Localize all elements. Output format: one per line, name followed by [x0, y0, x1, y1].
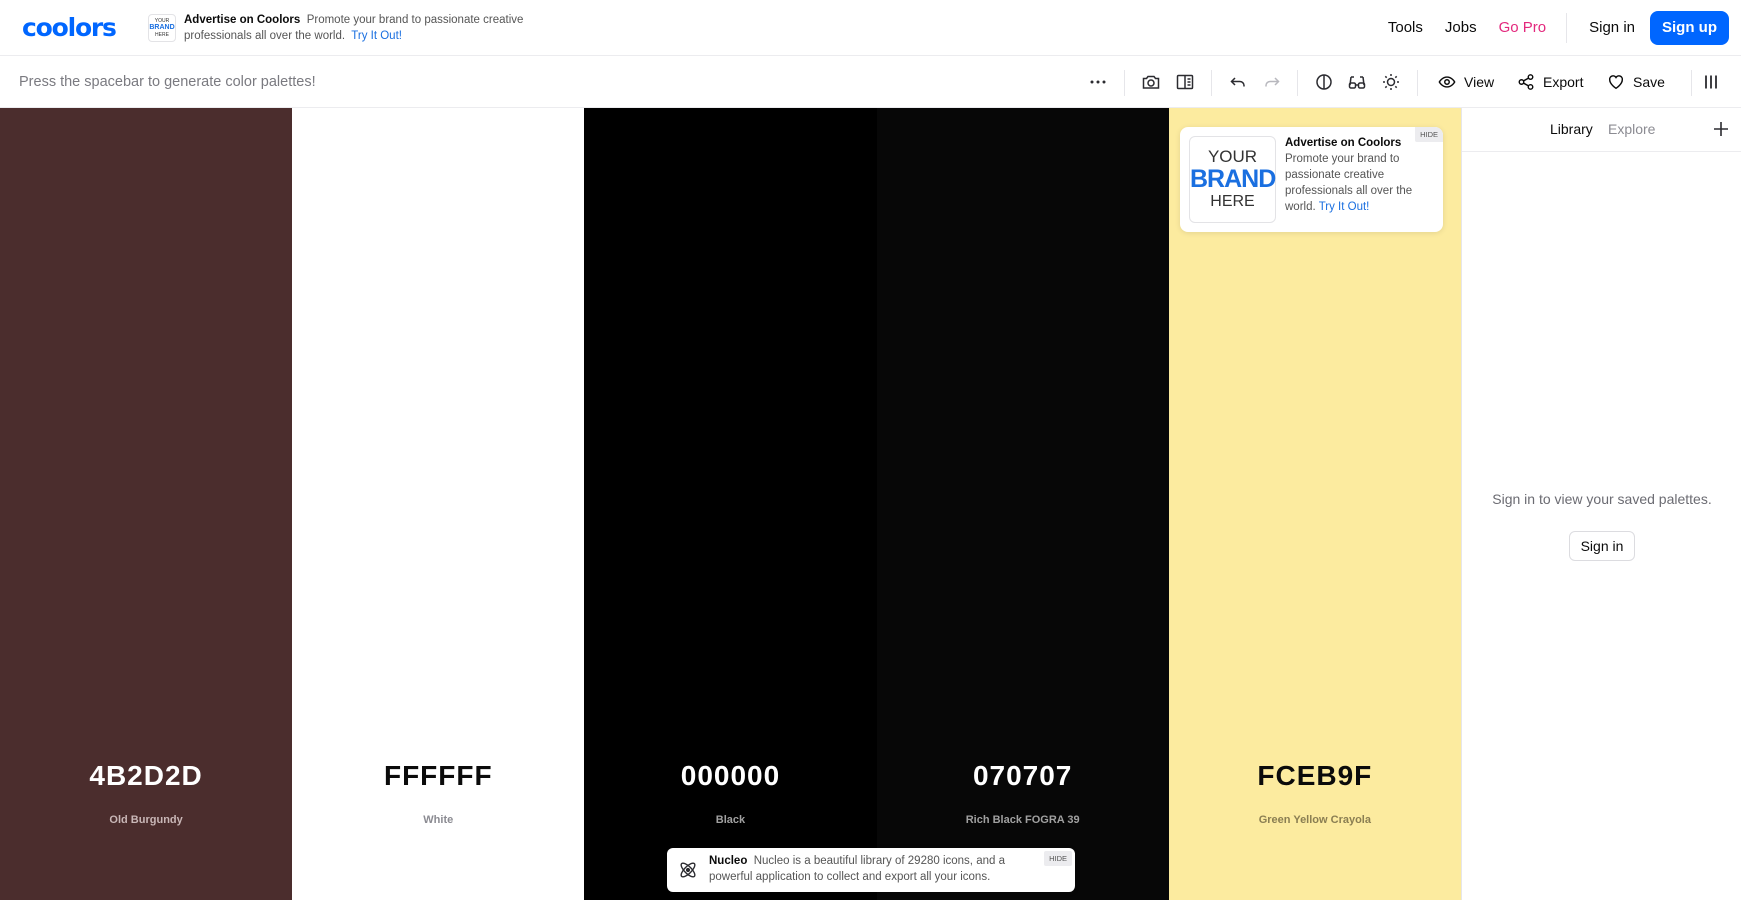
swatch-color-name: Green Yellow Crayola — [1258, 814, 1371, 826]
toolbar-divider — [1211, 70, 1212, 96]
ad-brand-line2: BRAND — [1190, 165, 1276, 193]
swatch-hex[interactable]: 000000 — [584, 760, 876, 792]
nav-go-pro[interactable]: Go Pro — [1499, 11, 1547, 45]
toolbar-divider — [1417, 70, 1418, 96]
toolbar-divider — [1124, 70, 1125, 96]
glasses-icon[interactable] — [1347, 72, 1367, 92]
undo-icon[interactable] — [1228, 72, 1248, 92]
more-icon[interactable] — [1088, 72, 1108, 92]
ad-card-text: Advertise on Coolors Promote your brand … — [1285, 135, 1425, 215]
heart-icon — [1608, 75, 1624, 90]
ad-title: Advertise on Coolors — [184, 14, 301, 26]
palette-toolbar: Press the spacebar to generate color pal… — [0, 57, 1741, 108]
color-swatch[interactable]: 4B2D2D Old Burgundy — [0, 108, 293, 900]
swatch-color-name: Black — [715, 814, 746, 826]
toast-text: Nucleo Nucleo is a beautiful library of … — [709, 854, 1019, 885]
coolors-logo[interactable]: coolors — [22, 14, 117, 42]
ad-brand-line3: HERE — [1210, 193, 1255, 210]
library-sign-in-button[interactable]: Sign in — [1569, 531, 1635, 561]
library-panel: Library Explore Sign in to view your sav… — [1461, 108, 1741, 900]
toast-hide-button[interactable]: HIDE — [1044, 851, 1072, 866]
contrast-icon[interactable] — [1314, 72, 1334, 92]
library-empty-message: Sign in to view your saved palettes. — [1492, 491, 1712, 507]
sign-up-button[interactable]: Sign up — [1650, 11, 1729, 45]
ad-hide-button[interactable]: HIDE — [1415, 127, 1443, 142]
swatch-hex[interactable]: FFFFFF — [292, 760, 584, 792]
book-icon[interactable] — [1175, 72, 1195, 92]
swatch-color-name: White — [423, 814, 454, 826]
color-swatch[interactable]: 000000 Black — [584, 108, 877, 900]
toast-title: Nucleo — [709, 855, 748, 867]
swatch-hex[interactable]: FCEB9F — [1169, 760, 1461, 792]
nav-sign-in[interactable]: Sign in — [1589, 11, 1635, 45]
toast-body: Nucleo is a beautiful library of 29280 i… — [709, 855, 1005, 883]
swatch-hex[interactable]: 4B2D2D — [0, 760, 292, 792]
color-swatch[interactable]: FFFFFF White — [292, 108, 585, 900]
top-advertisement[interactable]: YOUR BRAND HERE Advertise on Coolors Pro… — [148, 13, 608, 45]
sun-icon[interactable] — [1381, 72, 1401, 92]
ad-brand-line1: YOUR — [1207, 147, 1258, 166]
ad-link[interactable]: Try It Out! — [351, 30, 402, 42]
ad-card-link[interactable]: Try It Out! — [1319, 201, 1370, 213]
nav-tools[interactable]: Tools — [1388, 11, 1423, 45]
export-label: Export — [1543, 74, 1584, 90]
ad-card-title: Advertise on Coolors — [1285, 137, 1402, 149]
atom-icon — [677, 859, 699, 881]
columns-icon[interactable] — [1701, 72, 1721, 92]
view-label: View — [1464, 74, 1495, 90]
spacebar-hint: Press the spacebar to generate color pal… — [19, 74, 316, 90]
swatch-hex[interactable]: 070707 — [877, 760, 1169, 792]
swatch-color-name: Rich Black FOGRA 39 — [965, 814, 1080, 826]
plus-icon[interactable] — [1712, 120, 1730, 138]
redo-icon[interactable] — [1262, 72, 1282, 92]
toolbar-divider — [1297, 70, 1298, 96]
ad-thumbnail: YOUR BRAND HERE — [148, 14, 176, 42]
export-button[interactable]: Export — [1517, 71, 1583, 93]
eye-icon — [1438, 76, 1456, 88]
ad-brand-image: YOUR BRAND HERE — [1189, 136, 1276, 223]
color-swatch[interactable]: 070707 Rich Black FOGRA 39 — [876, 108, 1169, 900]
toolbar-divider — [1691, 70, 1692, 96]
nav-jobs[interactable]: Jobs — [1445, 11, 1477, 45]
top-navigation: coolors YOUR BRAND HERE Advertise on Coo… — [0, 0, 1741, 56]
nav-divider — [1566, 13, 1568, 43]
tab-explore[interactable]: Explore — [1608, 121, 1655, 137]
ad-thumb-line2: BRAND — [149, 24, 175, 31]
advertisement-card[interactable]: YOUR BRAND HERE Advertise on Coolors Pro… — [1180, 127, 1443, 232]
save-button[interactable]: Save — [1607, 71, 1665, 93]
nucleo-toast[interactable]: Nucleo Nucleo is a beautiful library of … — [667, 848, 1075, 892]
ad-thumb-line3: HERE — [155, 32, 169, 38]
share-icon — [1518, 74, 1534, 90]
library-tabs: Library Explore — [1462, 108, 1741, 152]
swatch-color-name: Old Burgundy — [109, 814, 183, 826]
view-button[interactable]: View — [1438, 71, 1494, 93]
camera-icon[interactable] — [1141, 72, 1161, 92]
nav-links: Tools Jobs Go Pro Sign in Sign up — [1366, 11, 1729, 45]
tab-library[interactable]: Library — [1550, 121, 1593, 137]
save-label: Save — [1633, 74, 1665, 90]
ad-text: Advertise on Coolors Promote your brand … — [184, 13, 524, 44]
